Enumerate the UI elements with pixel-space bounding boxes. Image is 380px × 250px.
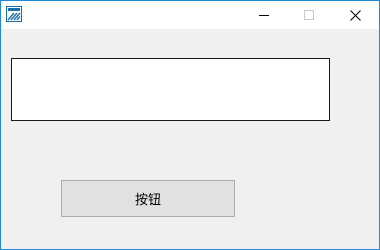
close-button[interactable] <box>332 1 378 29</box>
app-icon <box>6 6 22 22</box>
maximize-button[interactable] <box>286 1 332 29</box>
close-icon <box>349 9 361 21</box>
minimize-button[interactable] <box>241 1 287 29</box>
action-button-label: 按钮 <box>134 193 161 208</box>
minimize-icon <box>259 15 269 16</box>
title-bar[interactable] <box>1 1 379 29</box>
text-input[interactable] <box>11 58 330 121</box>
app-window: 按钮 <box>0 0 380 250</box>
maximize-icon <box>304 10 314 20</box>
action-button[interactable]: 按钮 <box>61 180 235 217</box>
